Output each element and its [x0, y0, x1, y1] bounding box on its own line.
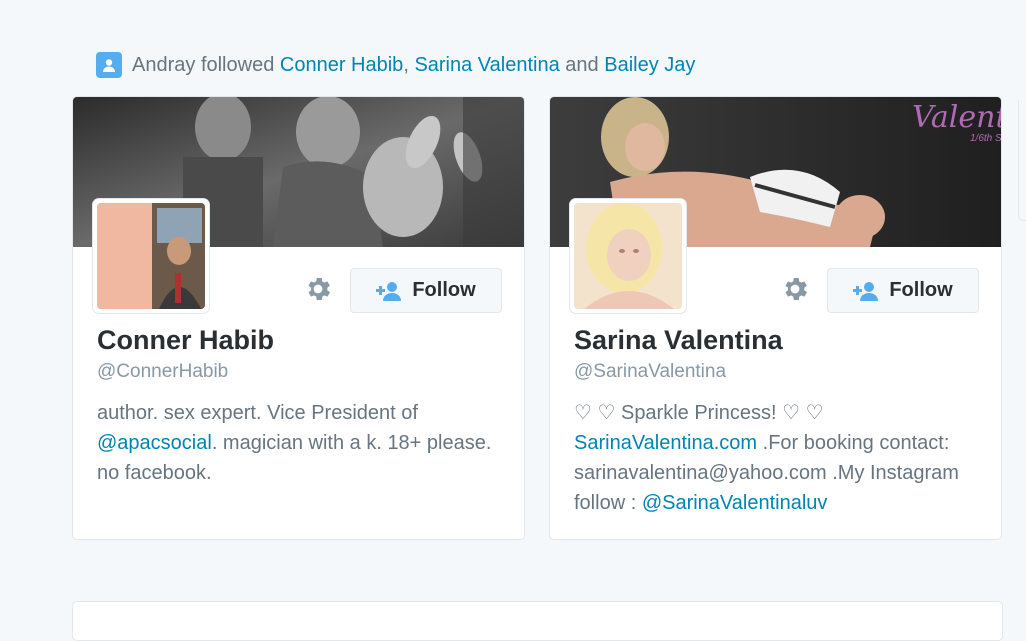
banner-logo-text: Valenti — [912, 100, 1001, 135]
follow-button[interactable]: Follow — [827, 268, 979, 313]
avatar[interactable] — [93, 199, 209, 313]
activity-verb: followed — [200, 53, 275, 76]
side-panel-edge — [1018, 100, 1026, 221]
bio-text: ♡ ♡ Sparkle Princess! ♡ ♡ — [574, 402, 824, 424]
bio-website-link[interactable]: SarinaValentina.com — [574, 432, 757, 454]
activity-user-link-3[interactable]: Bailey Jay — [604, 54, 695, 77]
follow-button[interactable]: Follow — [350, 268, 502, 313]
follow-label: Follow — [889, 279, 953, 301]
profile-card-conner-habib[interactable]: Follow Conner Habib @ConnerHabib author.… — [72, 96, 525, 540]
next-card — [72, 601, 1003, 641]
activity-user-link-2[interactable]: Sarina Valentina — [414, 54, 559, 77]
profile-handle[interactable]: @SarinaValentina — [574, 361, 726, 383]
gear-icon[interactable] — [780, 274, 810, 304]
follow-label: Follow — [412, 279, 476, 301]
banner-logo-subtext: 1/6th Sc — [970, 133, 1001, 144]
profile-bio: ♡ ♡ Sparkle Princess! ♡ ♡ SarinaValentina… — [574, 398, 984, 518]
add-user-icon — [376, 281, 402, 301]
add-user-icon — [853, 281, 879, 301]
person-icon — [96, 52, 122, 78]
bio-mention-link[interactable]: @SarinaValentinaluv — [642, 492, 828, 514]
profile-card-sarina-valentina[interactable]: Valenti 1/6th Sc Follow Sarina Valentina… — [549, 96, 1002, 540]
profile-handle[interactable]: @ConnerHabib — [97, 361, 228, 383]
bio-text: author. sex expert. Vice President of — [97, 402, 418, 424]
gear-icon[interactable] — [303, 274, 333, 304]
bio-mention-link[interactable]: @apacsocial — [97, 432, 212, 454]
activity-actor: Andray — [132, 53, 196, 76]
activity-comma: , — [403, 53, 409, 76]
activity-header: Andray followed Conner Habib, Sarina Val… — [96, 52, 695, 78]
avatar[interactable] — [570, 199, 686, 313]
profile-bio: author. sex expert. Vice President of @a… — [97, 398, 507, 488]
profile-name[interactable]: Sarina Valentina — [574, 325, 783, 356]
profile-name[interactable]: Conner Habib — [97, 325, 274, 356]
activity-and: and — [565, 53, 599, 76]
activity-user-link-1[interactable]: Conner Habib — [280, 54, 403, 77]
